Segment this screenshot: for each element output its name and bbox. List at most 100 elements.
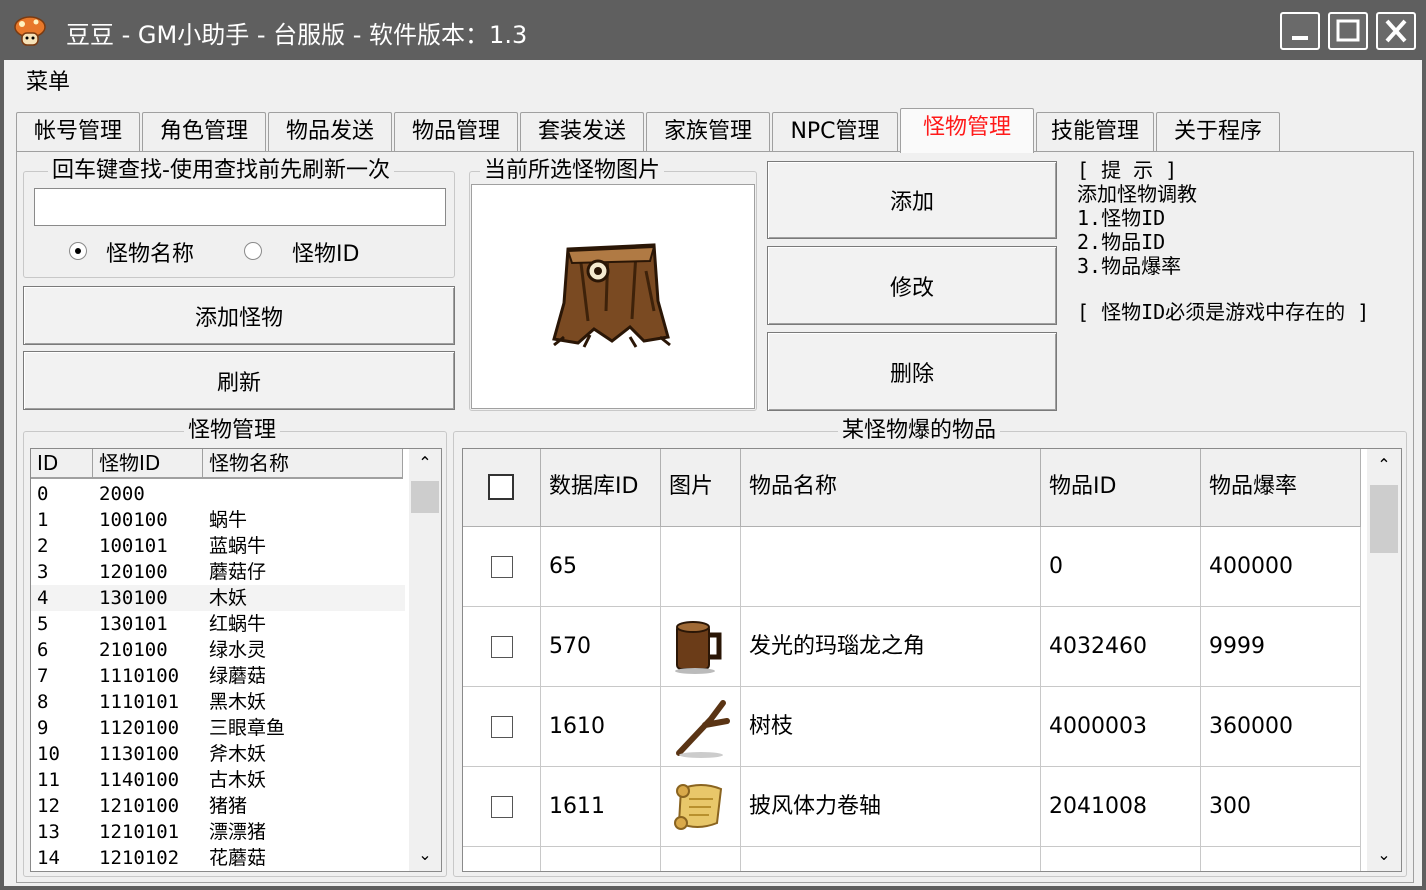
monster-listview[interactable]: ID 怪物ID 怪物名称 0 2000 1 100100 蜗牛 2 100101 蓝蜗牛 3 12… <box>30 448 442 872</box>
minimize-icon <box>1292 36 1308 40</box>
cell-monster-name <box>203 481 403 507</box>
cell-monster-id: 1210100 <box>99 795 180 817</box>
table-row[interactable]: 14 1210102 花蘑菇 <box>31 845 405 871</box>
scroll-up-icon[interactable]: ⌃ <box>1367 455 1401 475</box>
cell-monster-id: 130100 <box>99 587 168 609</box>
table-row[interactable]: 1611 披风体力卷轴 2041008 300 <box>463 767 1361 847</box>
table-row[interactable] <box>463 847 1361 871</box>
tab-item-manage[interactable]: 物品管理 <box>394 112 518 152</box>
row-checkbox[interactable] <box>491 636 513 658</box>
menu-item-main[interactable]: 菜单 <box>26 64 70 96</box>
monster-list-scrollbar[interactable]: ⌃ ⌄ <box>409 449 441 871</box>
table-row[interactable]: 4 130100 木妖 <box>31 585 405 611</box>
scroll-thumb[interactable] <box>411 481 439 513</box>
cell-db-id: 1611 <box>541 767 661 847</box>
tab-monster[interactable]: 怪物管理 <box>900 108 1034 153</box>
radio-monster-name[interactable] <box>69 242 87 260</box>
scroll-down-icon[interactable]: ⌄ <box>409 845 441 865</box>
tab-about[interactable]: 关于程序 <box>1156 112 1280 152</box>
row-checkbox[interactable] <box>491 556 513 578</box>
table-row[interactable]: 3 120100 蘑菇仔 <box>31 559 405 585</box>
select-all-cell[interactable] <box>463 449 541 527</box>
table-row[interactable]: 5 130101 红蜗牛 <box>31 611 405 637</box>
col-header-drop-rate[interactable]: 物品爆率 <box>1201 449 1361 527</box>
tab-set-send[interactable]: 套装发送 <box>520 112 644 152</box>
cell-select[interactable] <box>463 687 541 767</box>
cell-id: 9 <box>37 717 49 739</box>
cell-select[interactable] <box>463 527 541 607</box>
tab-family[interactable]: 家族管理 <box>646 112 770 152</box>
empty-cell <box>1201 847 1361 871</box>
delete-button[interactable]: 删除 <box>767 332 1057 411</box>
monster-image-box <box>471 184 755 409</box>
tab-account[interactable]: 帐号管理 <box>16 112 140 152</box>
radio-monster-id[interactable] <box>244 242 262 260</box>
select-all-checkbox[interactable] <box>488 474 514 500</box>
cell-select[interactable] <box>463 607 541 687</box>
col-header-monster-name[interactable]: 怪物名称 <box>203 449 403 479</box>
search-input[interactable] <box>34 188 446 226</box>
table-row[interactable]: 7 1110100 绿蘑菇 <box>31 663 405 689</box>
cell-monster-id: 2000 <box>99 483 145 505</box>
row-checkbox[interactable] <box>491 796 513 818</box>
tab-skill[interactable]: 技能管理 <box>1036 112 1154 152</box>
table-row[interactable]: 0 2000 <box>31 481 405 507</box>
table-row[interactable]: 570 发光的玛瑙龙之角 4032460 9999 <box>463 607 1361 687</box>
maximize-icon <box>1336 19 1360 42</box>
cell-select[interactable] <box>463 767 541 847</box>
cell-image <box>661 767 741 847</box>
radio-monster-id-label: 怪物ID <box>292 242 360 267</box>
close-button[interactable] <box>1376 12 1416 50</box>
col-header-image[interactable]: 图片 <box>661 449 741 527</box>
cell-monster-name: 木妖 <box>209 587 248 609</box>
col-header-id[interactable]: ID <box>31 449 93 479</box>
drop-list-group-label: 某怪物爆的物品 <box>838 418 1001 444</box>
add-monster-button[interactable]: 添加怪物 <box>23 286 455 345</box>
cell-id: 14 <box>37 847 60 869</box>
cell-id: 6 <box>37 639 49 661</box>
modify-button[interactable]: 修改 <box>767 246 1057 325</box>
maximize-button[interactable] <box>1328 12 1368 50</box>
col-header-monster-id[interactable]: 怪物ID <box>93 449 203 479</box>
table-row[interactable]: 1 100100 蜗牛 <box>31 507 405 533</box>
cell-item-id: 4032460 <box>1041 607 1201 687</box>
monster-list-group: 怪物管理 ID 怪物ID 怪物名称 0 2000 1 100100 蜗牛 2 100101 蓝… <box>23 418 447 877</box>
add-button[interactable]: 添加 <box>767 161 1057 239</box>
table-row[interactable]: 9 1120100 三眼章鱼 <box>31 715 405 741</box>
cell-db-id: 65 <box>541 527 661 607</box>
table-row[interactable]: 65 0 400000 <box>463 527 1361 607</box>
empty-cell <box>1041 847 1201 871</box>
table-row[interactable]: 10 1130100 斧木妖 <box>31 741 405 767</box>
cell-drop-rate: 360000 <box>1201 687 1361 767</box>
refresh-button[interactable]: 刷新 <box>23 351 455 410</box>
mushroom-app-icon <box>14 16 46 46</box>
tab-npc[interactable]: NPC管理 <box>772 112 898 152</box>
table-row[interactable]: 11 1140100 古木妖 <box>31 767 405 793</box>
tab-item-send[interactable]: 物品发送 <box>268 112 392 152</box>
empty-cell <box>463 847 541 871</box>
title-bar[interactable]: 豆豆 - GM小助手 - 台服版 - 软件版本：1.3 <box>0 0 1426 60</box>
table-row[interactable]: 13 1210101 漂漂猪 <box>31 819 405 845</box>
col-header-item-id[interactable]: 物品ID <box>1041 449 1201 527</box>
scroll-up-icon[interactable]: ⌃ <box>409 453 441 473</box>
drop-items-grid[interactable]: 数据库ID 图片 物品名称 物品ID 物品爆率 65 0 400000 570 发光的玛… <box>462 448 1402 872</box>
table-row[interactable]: 1610 树枝 4000003 360000 <box>463 687 1361 767</box>
cell-monster-name: 蜗牛 <box>209 509 248 531</box>
table-row[interactable]: 2 100101 蓝蜗牛 <box>31 533 405 559</box>
scroll-down-icon[interactable]: ⌄ <box>1367 845 1401 865</box>
minimize-button[interactable] <box>1280 12 1320 50</box>
empty-cell <box>741 847 1041 871</box>
col-header-item-name[interactable]: 物品名称 <box>741 449 1041 527</box>
col-header-db-id[interactable]: 数据库ID <box>541 449 661 527</box>
mug-icon <box>675 621 722 674</box>
cell-image <box>661 687 741 767</box>
tab-character[interactable]: 角色管理 <box>142 112 266 152</box>
scroll-thumb[interactable] <box>1370 485 1398 553</box>
cell-drop-rate: 400000 <box>1201 527 1361 607</box>
table-row[interactable]: 8 1110101 黑木妖 <box>31 689 405 715</box>
preview-group: 当前所选怪物图片 <box>469 158 757 411</box>
drop-grid-scrollbar[interactable]: ⌃ ⌄ <box>1367 449 1401 871</box>
table-row[interactable]: 6 210100 绿水灵 <box>31 637 405 663</box>
row-checkbox[interactable] <box>491 716 513 738</box>
table-row[interactable]: 12 1210100 猪猪 <box>31 793 405 819</box>
